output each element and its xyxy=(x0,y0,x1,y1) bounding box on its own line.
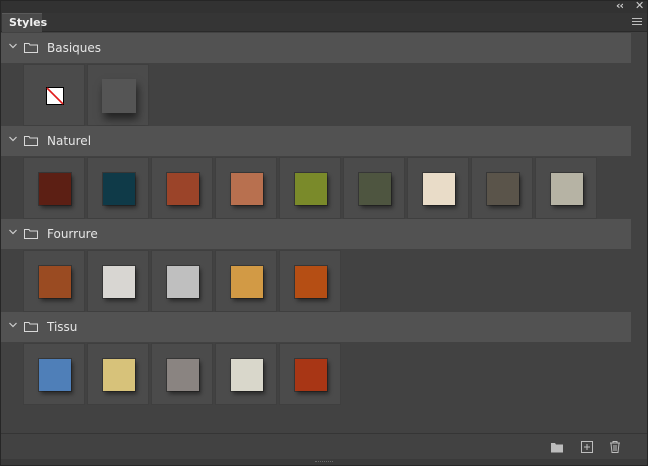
style-swatch xyxy=(487,173,519,205)
group-name: Tissu xyxy=(47,320,78,334)
style-swatch xyxy=(359,173,391,205)
folder-icon xyxy=(24,136,38,146)
chevron-down-icon[interactable] xyxy=(9,321,17,329)
style-thumbnail-red-stone[interactable] xyxy=(23,157,85,219)
style-swatch xyxy=(103,359,135,391)
style-thumbnail-leopard[interactable] xyxy=(215,250,277,312)
style-swatch xyxy=(551,173,583,205)
style-swatch xyxy=(295,266,327,298)
style-swatch xyxy=(103,173,135,205)
style-thumbnail-fabric-yellow[interactable] xyxy=(87,343,149,405)
style-thumbnail-fur-white[interactable] xyxy=(87,250,149,312)
collapse-icon[interactable]: ‹‹ xyxy=(616,0,624,13)
style-thumbnail-granite[interactable] xyxy=(471,157,533,219)
resize-grip[interactable] xyxy=(1,459,647,465)
tab-styles[interactable]: Styles xyxy=(2,13,47,32)
folder-icon xyxy=(24,322,38,332)
style-swatch xyxy=(423,173,455,205)
style-thumbnail-wood-planks[interactable] xyxy=(215,157,277,219)
style-swatch xyxy=(295,173,327,205)
chevron-down-icon[interactable] xyxy=(9,42,17,50)
chevron-down-icon[interactable] xyxy=(9,135,17,143)
group-header-basiques[interactable]: Basiques xyxy=(1,33,631,63)
new-style-icon[interactable] xyxy=(580,440,594,454)
style-thumbnail-marble-dark[interactable] xyxy=(343,157,405,219)
style-thumbnail-tiger[interactable] xyxy=(279,250,341,312)
style-thumbnail-none-style[interactable] xyxy=(23,64,85,126)
style-thumbnail-fabric-cream[interactable] xyxy=(215,343,277,405)
style-swatch xyxy=(103,266,135,298)
group-header-fourrure[interactable]: Fourrure xyxy=(1,219,631,249)
style-swatch xyxy=(39,173,71,205)
style-thumbnail-default-style[interactable] xyxy=(87,64,149,126)
group-name: Naturel xyxy=(47,134,92,148)
style-thumbnail-fabric-blue[interactable] xyxy=(23,343,85,405)
style-thumbnail-teal-stone[interactable] xyxy=(87,157,149,219)
style-thumbnail-fabric-red[interactable] xyxy=(279,343,341,405)
folder-icon xyxy=(24,43,38,53)
group-name: Fourrure xyxy=(47,227,98,241)
style-thumbnail-zebra[interactable] xyxy=(151,250,213,312)
style-swatch xyxy=(39,266,71,298)
trash-icon[interactable] xyxy=(608,440,622,454)
scrollbar[interactable] xyxy=(633,33,647,433)
style-swatch xyxy=(231,359,263,391)
style-swatch xyxy=(231,266,263,298)
folder-icon xyxy=(24,229,38,239)
style-thumbnail-marble-white[interactable] xyxy=(407,157,469,219)
style-swatch xyxy=(39,359,71,391)
close-icon[interactable]: ✕ xyxy=(635,0,644,13)
panel-title-strip: ‹‹ ✕ xyxy=(1,0,647,13)
style-thumbnail-fabric-gray[interactable] xyxy=(151,343,213,405)
style-swatch xyxy=(167,266,199,298)
tab-bar: Styles xyxy=(1,13,647,32)
style-thumbnail-pyramid[interactable] xyxy=(535,157,597,219)
style-swatch xyxy=(167,359,199,391)
panel-menu-icon[interactable] xyxy=(632,18,642,26)
style-thumbnail-fur-brown[interactable] xyxy=(23,250,85,312)
style-swatch xyxy=(231,173,263,205)
styles-panel: ‹‹ ✕ Styles Basiques Naturel Fourrure Tissu xyxy=(0,0,648,466)
group-header-tissu[interactable]: Tissu xyxy=(1,312,631,342)
style-swatch xyxy=(295,359,327,391)
style-swatch xyxy=(102,79,136,113)
styles-list: Basiques Naturel Fourrure Tissu xyxy=(1,33,633,433)
style-thumbnail-wood[interactable] xyxy=(151,157,213,219)
panel-footer xyxy=(1,433,647,459)
no-style-icon xyxy=(46,87,64,105)
style-swatch xyxy=(167,173,199,205)
group-header-naturel[interactable]: Naturel xyxy=(1,126,631,156)
style-thumbnail-grass[interactable] xyxy=(279,157,341,219)
folder-icon[interactable] xyxy=(550,440,564,454)
group-name: Basiques xyxy=(47,41,102,55)
chevron-down-icon[interactable] xyxy=(9,228,17,236)
